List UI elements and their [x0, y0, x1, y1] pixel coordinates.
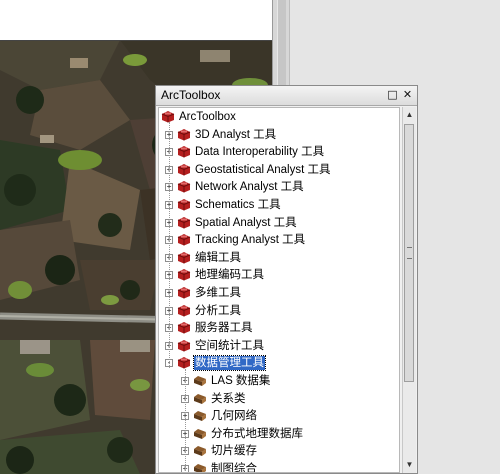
- tree-item-label: Geostatistical Analyst 工具: [195, 163, 331, 176]
- toolbox-icon: [177, 145, 191, 158]
- toolbox-icon: [177, 321, 191, 334]
- toolbox-icon: [177, 128, 191, 141]
- toolbox-tree[interactable]: ArcToolbox +3D Analyst 工具 + Data Interopera…: [158, 107, 400, 473]
- toolbox-icon: [177, 233, 191, 246]
- maximize-button[interactable]: □: [386, 88, 399, 101]
- tree-connector: [185, 369, 186, 472]
- toolset-icon: [193, 462, 207, 472]
- tree-item-label: 数据管理工具: [193, 355, 266, 372]
- tree-item-label: 制图综合: [211, 463, 257, 473]
- toolbox-icon: [177, 304, 191, 317]
- toolbox-icon: [177, 286, 191, 299]
- window-title: ArcToolbox: [161, 88, 221, 102]
- toolset-icon: [193, 392, 207, 405]
- tree-item-label: 编辑工具: [195, 251, 241, 264]
- toolbox-icon: [177, 268, 191, 281]
- toolset-icon: [193, 409, 207, 422]
- arctoolbox-window[interactable]: ArcToolbox □ ✕ ArcToolbox +3D Analyst 工具 +…: [155, 85, 418, 474]
- toolbox-icon: [177, 251, 191, 264]
- tree-item-label: Tracking Analyst 工具: [195, 234, 306, 247]
- tree-item-label: 多维工具: [195, 287, 241, 299]
- tree-item-label: 分析工具: [195, 304, 241, 317]
- tree-item-label: 3D Analyst 工具: [195, 128, 277, 141]
- top-blank-area: [0, 0, 272, 40]
- scroll-up-button[interactable]: ▲: [403, 108, 416, 122]
- toolbox-icon: [177, 216, 191, 229]
- tree-item-label: 几何网络: [211, 410, 257, 423]
- tree-item-label: Spatial Analyst 工具: [195, 216, 297, 229]
- vertical-scrollbar[interactable]: ▲ ▼: [402, 107, 416, 473]
- tree-connector: [169, 122, 170, 369]
- toolbox-icon: [177, 180, 191, 193]
- toolbox-icon: [177, 356, 191, 369]
- toolset-icon: [193, 444, 207, 457]
- toolset-icon: [193, 374, 207, 387]
- toolbox-icon: [177, 163, 191, 176]
- tree-item-label: Network Analyst 工具: [195, 181, 304, 194]
- close-button[interactable]: ✕: [401, 88, 414, 101]
- toolbox-icon: [177, 198, 191, 211]
- tree-item-label: 关系类: [211, 392, 246, 405]
- tree-item-label: 服务器工具: [195, 322, 253, 335]
- scroll-down-button[interactable]: ▼: [403, 458, 416, 472]
- tree-item-label: LAS 数据集: [211, 375, 271, 387]
- scroll-thumb[interactable]: [404, 124, 414, 382]
- toolbox-icon: [161, 110, 175, 123]
- tree-item-label: 切片缓存: [211, 445, 257, 458]
- tree-item-label: 地理编码工具: [195, 269, 264, 282]
- tree-item-label: ArcToolbox: [179, 111, 236, 123]
- title-bar[interactable]: ArcToolbox □ ✕: [156, 86, 417, 106]
- tree-item-label: 分布式地理数据库: [211, 427, 303, 440]
- toolbox-icon: [177, 339, 191, 352]
- tree-item-label: Schematics 工具: [195, 199, 281, 211]
- tree-item-label: Data Interoperability 工具: [195, 146, 325, 159]
- tree-item-label: 空间统计工具: [195, 339, 264, 352]
- toolset-icon: [193, 427, 207, 440]
